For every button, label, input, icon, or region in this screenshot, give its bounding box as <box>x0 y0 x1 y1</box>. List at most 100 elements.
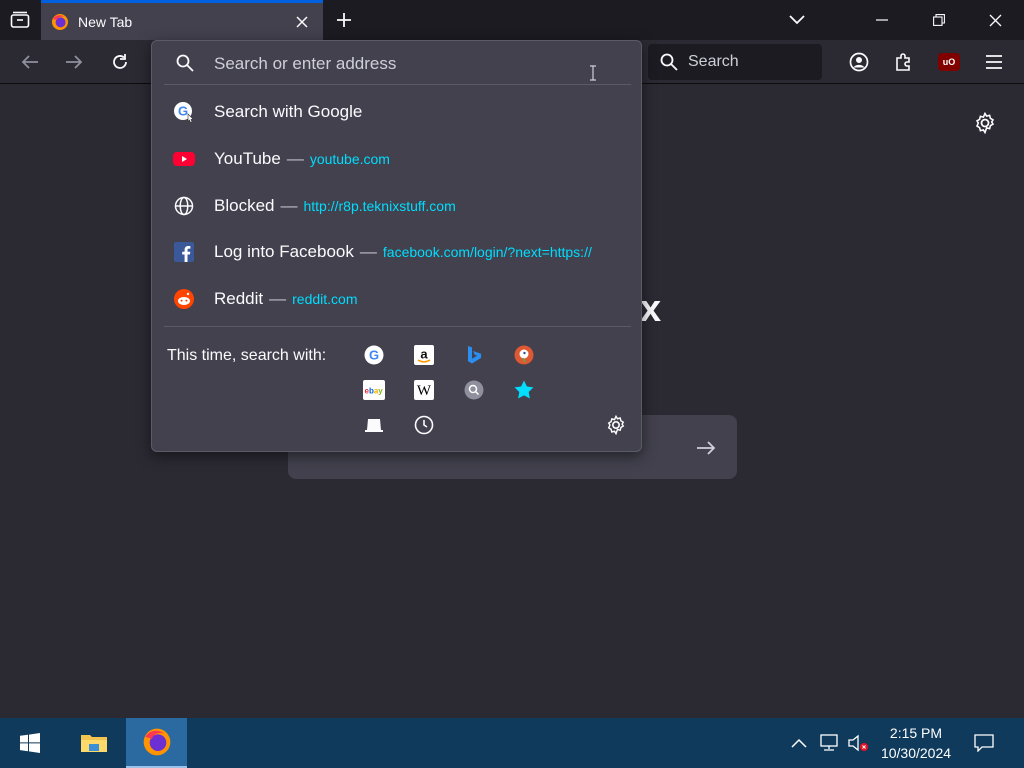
divider <box>164 84 631 85</box>
forward-button[interactable] <box>58 46 90 78</box>
youtube-icon <box>173 148 195 170</box>
reddit-icon <box>173 288 195 310</box>
clock-icon <box>414 415 434 435</box>
windows-logo-icon <box>20 733 40 753</box>
search-bookmarks-button[interactable] <box>512 378 536 402</box>
account-button[interactable] <box>843 46 875 78</box>
star-icon <box>514 380 534 399</box>
gear-icon <box>975 112 995 134</box>
chevron-up-icon <box>791 738 807 748</box>
action-center-button[interactable] <box>966 718 1002 768</box>
ublock-origin-button[interactable]: uO <box>938 53 960 71</box>
result-facebook[interactable]: Log into Facebook — facebook.com/login/?ne… <box>152 230 641 274</box>
search-icon <box>176 54 194 72</box>
web-search-submit[interactable] <box>694 436 718 460</box>
search-engine-amazon-button[interactable]: a <box>412 343 436 367</box>
new-tab-button[interactable] <box>330 6 358 34</box>
result-title: Search with Google <box>214 102 363 121</box>
reload-button[interactable] <box>104 46 136 78</box>
firefox-view-button[interactable] <box>4 4 36 36</box>
close-icon <box>296 16 308 28</box>
search-settings-button[interactable] <box>604 413 628 437</box>
divider <box>164 326 631 327</box>
google-icon: G <box>364 345 384 365</box>
volume-button[interactable] <box>845 718 871 768</box>
search-engine-ebay-button[interactable]: ebay <box>362 378 386 402</box>
search-history-button[interactable] <box>412 413 436 437</box>
result-url: facebook.com/login/?next=https:// <box>382 244 592 260</box>
network-icon <box>820 734 838 751</box>
extensions-button[interactable] <box>888 46 920 78</box>
search-engine-generic-button[interactable] <box>462 378 486 402</box>
urlbar-dropdown: Search or enter address G Search with Go… <box>151 40 642 452</box>
tab-strip: New Tab <box>0 0 1024 40</box>
globe-icon <box>173 195 195 217</box>
firefox-icon <box>52 13 68 30</box>
search-engine-duckduckgo-button[interactable] <box>512 343 536 367</box>
result-title: YouTube — youtube.com <box>214 149 390 168</box>
result-url: youtube.com <box>309 151 390 167</box>
facebook-icon <box>173 241 195 263</box>
result-url: http://r8p.teknixstuff.com <box>303 198 456 214</box>
close-icon <box>989 14 1001 26</box>
firefox-icon <box>143 728 170 756</box>
google-icon: G <box>173 101 195 123</box>
search-icon <box>660 53 678 71</box>
text-cursor-icon <box>590 65 596 81</box>
puzzle-icon <box>896 53 910 71</box>
start-button[interactable] <box>0 718 60 768</box>
plus-icon <box>337 13 351 27</box>
bing-icon <box>468 346 482 364</box>
svg-text:W: W <box>417 383 432 399</box>
personalize-new-tab-button[interactable] <box>972 110 998 136</box>
menu-button[interactable] <box>978 46 1010 78</box>
minimize-icon <box>876 19 888 21</box>
reload-icon <box>113 54 127 69</box>
search-engine-bing-button[interactable] <box>462 343 486 367</box>
chevron-down-icon <box>789 15 805 25</box>
search-engine-google-button[interactable]: G <box>362 343 386 367</box>
ebay-icon: ebay <box>363 380 385 400</box>
close-window-button[interactable] <box>967 0 1023 40</box>
restore-button[interactable] <box>911 0 967 40</box>
list-all-tabs-button[interactable] <box>783 6 811 34</box>
file-explorer-button[interactable] <box>64 718 124 768</box>
result-title: Log into Facebook — facebook.com/login/?ne… <box>214 242 592 261</box>
clock-date: 10/30/2024 <box>880 745 952 761</box>
show-hidden-icons-button[interactable] <box>786 718 812 768</box>
firefox-wordmark: x <box>640 288 662 330</box>
result-search-with-google[interactable]: G Search with Google <box>152 90 641 134</box>
magnifier-icon <box>464 380 484 400</box>
notification-icon <box>974 734 994 752</box>
search-tabs-button[interactable] <box>362 413 386 437</box>
search-bar-placeholder: Search <box>688 53 739 70</box>
result-blocked[interactable]: Blocked — http://r8p.teknixstuff.com <box>152 184 641 228</box>
tab-title: New Tab <box>78 13 133 30</box>
firefox-view-icon <box>10 11 30 28</box>
tab-icon <box>365 419 383 432</box>
close-tab-button[interactable] <box>291 11 313 33</box>
address-bar-placeholder: Search or enter address <box>214 54 397 73</box>
search-bar[interactable]: Search <box>648 44 822 80</box>
account-icon <box>849 52 869 72</box>
back-button[interactable] <box>14 46 46 78</box>
result-title: Reddit — reddit.com <box>214 289 358 308</box>
arrow-right-icon <box>697 441 716 455</box>
arrow-left-icon <box>21 55 38 69</box>
minimize-button[interactable] <box>854 0 910 40</box>
svg-text:G: G <box>369 347 379 362</box>
firefox-taskbar-button[interactable] <box>126 718 187 768</box>
address-bar-input[interactable]: Search or enter address <box>152 41 641 85</box>
search-engine-wikipedia-button[interactable]: W <box>412 378 436 402</box>
result-title: Blocked — http://r8p.teknixstuff.com <box>214 196 456 215</box>
result-reddit[interactable]: Reddit — reddit.com <box>152 277 641 321</box>
svg-text:G: G <box>178 104 188 119</box>
result-youtube[interactable]: YouTube — youtube.com <box>152 137 641 181</box>
network-button[interactable] <box>815 718 843 768</box>
svg-text:a: a <box>420 347 428 362</box>
wikipedia-icon: W <box>414 380 434 400</box>
tab-new-tab[interactable]: New Tab <box>41 0 323 40</box>
firefox-window: New Tab Search uO x Search or enter addr… <box>0 0 1024 768</box>
clock[interactable]: 2:15 PM 10/30/2024 <box>872 723 960 763</box>
gear-icon <box>607 415 625 435</box>
